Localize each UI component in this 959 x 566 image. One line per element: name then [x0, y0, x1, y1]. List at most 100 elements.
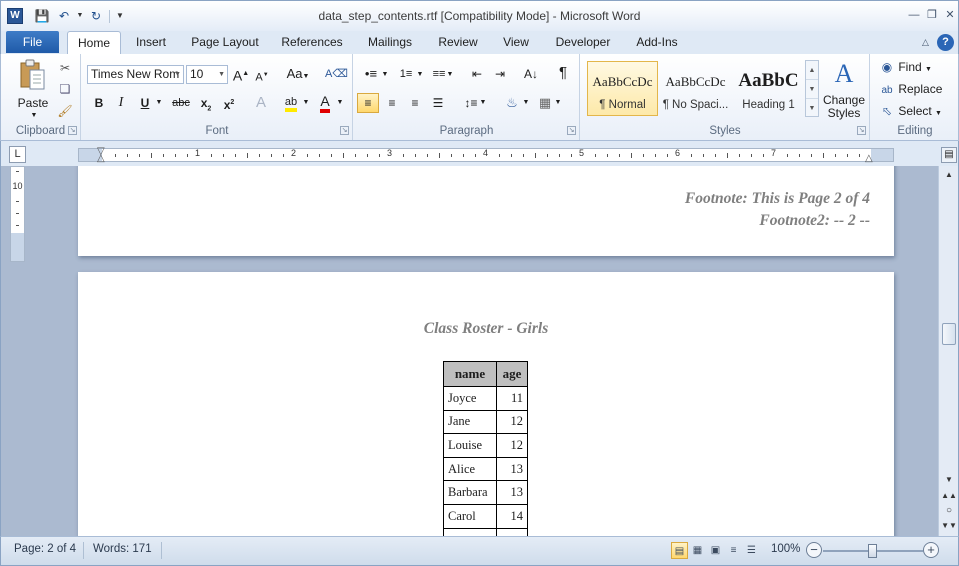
help-icon[interactable]: ? — [937, 34, 954, 51]
tab-references[interactable]: References — [277, 31, 347, 54]
tab-mailings[interactable]: Mailings — [361, 31, 419, 54]
word-app-icon[interactable]: W — [7, 8, 23, 24]
clear-formatting-icon[interactable]: A⌫ — [325, 64, 348, 84]
tab-view[interactable]: View — [497, 31, 535, 54]
line-spacing-icon[interactable]: ↕≡ — [461, 93, 481, 113]
close-icon[interactable]: ✕ — [942, 8, 958, 22]
page-2-bottom[interactable]: Footnote: This is Page 2 of 4 Footnote2:… — [78, 166, 894, 256]
hanging-indent-marker[interactable]: △ — [97, 153, 105, 164]
shading-icon[interactable]: ♨ — [502, 93, 522, 113]
scroll-down-icon[interactable]: ▼ — [941, 473, 957, 487]
highlight-dropdown-icon[interactable]: ▼ — [302, 93, 310, 113]
change-styles-button[interactable]: Change Styles — [821, 94, 867, 120]
bullets-dropdown-icon[interactable]: ▼ — [381, 65, 389, 85]
decrease-indent-icon[interactable]: ⇤ — [467, 64, 487, 84]
align-center-icon[interactable]: ≡ — [381, 93, 403, 113]
tab-insert[interactable]: Insert — [128, 31, 174, 54]
view-ruler-icon[interactable]: ▤ — [941, 147, 957, 163]
underline-dropdown-icon[interactable]: ▼ — [155, 93, 163, 113]
numbering-dropdown-icon[interactable]: ▼ — [416, 65, 424, 85]
minimize-icon[interactable]: — — [906, 8, 922, 22]
sort-icon[interactable]: A↓ — [521, 64, 541, 84]
style-no-spacing[interactable]: AaBbCcDc ¶ No Spaci... — [660, 61, 731, 116]
zoom-level[interactable]: 100% — [771, 543, 800, 555]
underline-icon[interactable]: U — [137, 93, 153, 113]
strikethrough-icon[interactable]: abc — [170, 93, 192, 113]
find-dropdown-icon[interactable]: ▼ — [925, 66, 932, 73]
save-icon[interactable]: 💾 — [34, 8, 50, 24]
word-count[interactable]: Words: 171 — [93, 543, 152, 555]
tab-page-layout[interactable]: Page Layout — [187, 31, 263, 54]
select-browse-object-icon[interactable]: ○ — [941, 504, 957, 518]
paste-dropdown-icon[interactable]: ▼ — [28, 106, 40, 126]
styles-gallery-scroll[interactable]: ▲ ▼ ▼ — [805, 60, 819, 117]
superscript-icon[interactable]: x2 — [220, 93, 238, 113]
show-formatting-icon[interactable]: ¶ — [554, 63, 572, 83]
tab-review[interactable]: Review — [432, 31, 484, 54]
line-spacing-dropdown-icon[interactable]: ▼ — [479, 93, 487, 113]
align-right-icon[interactable]: ≡ — [404, 93, 426, 113]
select-dropdown-icon[interactable]: ▼ — [935, 110, 942, 117]
styles-scroll-up-icon[interactable]: ▲ — [806, 61, 818, 80]
horizontal-ruler[interactable]: ▽ △ △ 1 2 3 4 5 6 7 — [78, 146, 894, 164]
web-layout-icon[interactable]: ▣ — [707, 542, 724, 559]
full-screen-reading-icon[interactable]: ▦ — [689, 542, 706, 559]
text-effects-icon[interactable]: A — [251, 93, 271, 113]
tab-home[interactable]: Home — [67, 31, 121, 54]
document-area[interactable]: 10 Footnote: This is Page 2 of 4 Footnot… — [0, 166, 938, 536]
numbering-icon[interactable]: 1≡ — [395, 64, 417, 84]
styles-scroll-down-icon[interactable]: ▼ — [806, 80, 818, 99]
paste-icon[interactable] — [18, 59, 46, 91]
font-color-dropdown-icon[interactable]: ▼ — [336, 93, 344, 113]
tab-file[interactable]: File — [6, 31, 59, 53]
vertical-ruler[interactable]: 10 — [10, 166, 25, 262]
restore-icon[interactable]: ❐ — [924, 8, 940, 22]
subscript-icon[interactable]: x2 — [197, 93, 215, 113]
undo-icon[interactable]: ↶ — [56, 8, 72, 24]
font-size-combo[interactable]: 10 ▼ — [186, 65, 228, 84]
paragraph-launcher-icon[interactable]: ↘ — [567, 126, 576, 135]
minimize-ribbon-icon[interactable]: △ — [917, 34, 934, 51]
tab-selector[interactable]: L — [9, 146, 26, 163]
bold-icon[interactable]: B — [91, 93, 107, 113]
style-heading-1[interactable]: AaBbC Heading 1 — [733, 61, 804, 116]
draft-icon[interactable]: ☰ — [743, 542, 760, 559]
highlight-color-icon[interactable]: ab — [281, 92, 301, 112]
style-normal[interactable]: AaBbCcDc ¶ Normal — [587, 61, 658, 116]
font-name-combo[interactable]: Times New Rom ▼ — [87, 65, 184, 84]
print-layout-icon[interactable]: ▤ — [671, 542, 688, 559]
vertical-scrollbar[interactable]: ▲ ▼ ▲▲ ○ ▼▼ — [938, 166, 959, 536]
clipboard-launcher-icon[interactable]: ↘ — [68, 126, 77, 135]
multilevel-dropdown-icon[interactable]: ▼ — [446, 65, 454, 85]
font-launcher-icon[interactable]: ↘ — [340, 126, 349, 135]
bullets-icon[interactable]: •≡ — [360, 64, 382, 84]
zoom-slider[interactable] — [823, 544, 923, 558]
grow-font-icon[interactable]: A▲ — [231, 64, 251, 84]
zoom-in-icon[interactable]: + — [923, 542, 939, 558]
shading-dropdown-icon[interactable]: ▼ — [522, 93, 530, 113]
zoom-slider-thumb[interactable] — [868, 544, 877, 558]
font-color-icon[interactable]: A — [316, 91, 334, 113]
outline-icon[interactable]: ≡ — [725, 542, 742, 559]
borders-dropdown-icon[interactable]: ▼ — [554, 93, 562, 113]
italic-icon[interactable]: I — [113, 93, 129, 113]
next-page-icon[interactable]: ▼▼ — [941, 519, 957, 533]
replace-button[interactable]: ab Replace — [879, 80, 942, 98]
right-indent-marker[interactable]: △ — [865, 153, 873, 164]
roster-table[interactable]: name age Joyce 11 Jane 12 Louise 12 Alice 13… — [443, 361, 528, 536]
tab-add-ins[interactable]: Add-Ins — [631, 31, 683, 54]
scrollbar-thumb[interactable] — [942, 323, 956, 345]
font-name-dropdown-icon[interactable]: ▼ — [174, 66, 181, 83]
tab-developer[interactable]: Developer — [550, 31, 616, 54]
borders-icon[interactable]: ▦ — [536, 93, 554, 113]
font-size-dropdown-icon[interactable]: ▼ — [218, 66, 225, 83]
undo-dropdown-icon[interactable]: ▼ — [72, 8, 88, 24]
previous-page-icon[interactable]: ▲▲ — [941, 489, 957, 503]
increase-indent-icon[interactable]: ⇥ — [490, 64, 510, 84]
zoom-out-icon[interactable]: − — [806, 542, 822, 558]
change-styles-icon[interactable]: A — [829, 60, 859, 88]
customize-quick-access-icon[interactable]: ▼ — [112, 8, 128, 24]
justify-icon[interactable]: ☰ — [427, 93, 449, 113]
styles-more-icon[interactable]: ▼ — [806, 99, 818, 118]
align-left-icon[interactable]: ≡ — [357, 93, 379, 113]
